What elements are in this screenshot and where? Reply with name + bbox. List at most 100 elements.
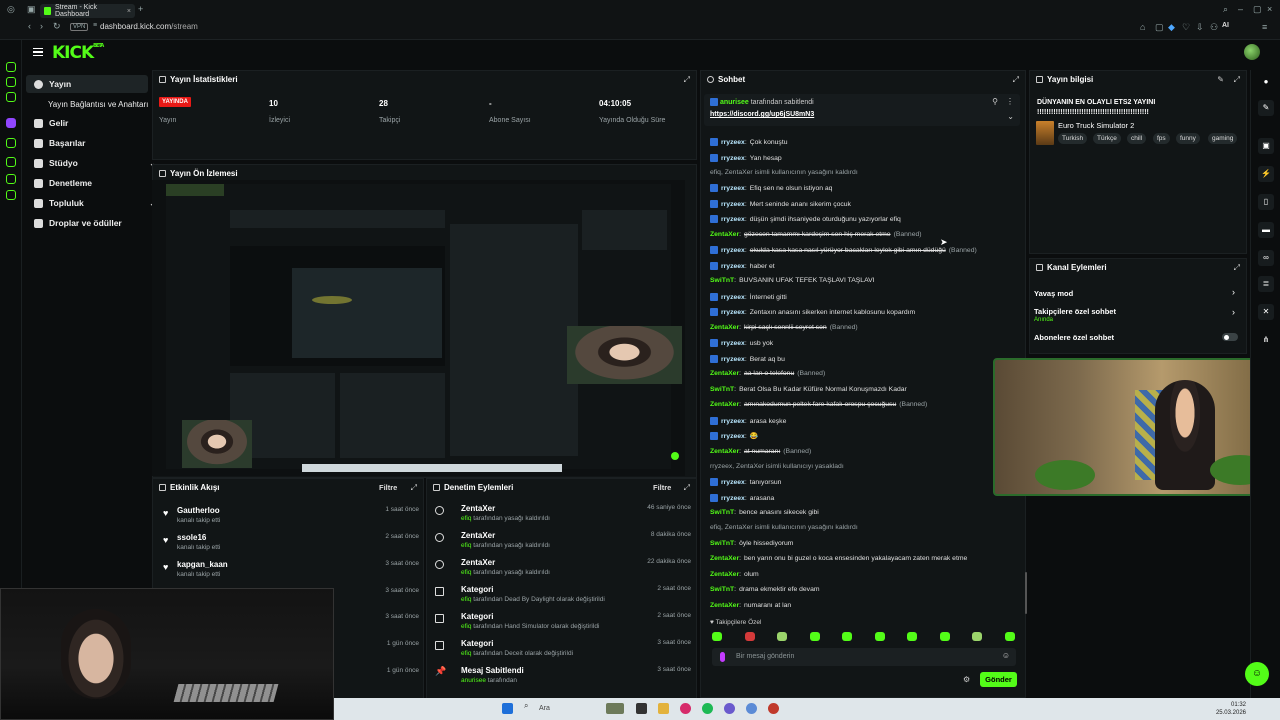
new-tab-icon[interactable]: + — [138, 4, 143, 14]
subs-only-toggle[interactable] — [1222, 333, 1238, 341]
tag-chip[interactable]: Turkish — [1058, 133, 1088, 144]
chat-username[interactable]: rryzeex — [721, 263, 745, 270]
close-window-icon[interactable]: × — [1267, 4, 1272, 14]
obs-icon[interactable] — [768, 703, 779, 714]
tag-chip[interactable]: gaming — [1208, 133, 1238, 144]
chevron-right-icon[interactable]: › — [1232, 287, 1235, 297]
mod-target[interactable]: ZentaXer — [461, 504, 495, 513]
twitch-icon[interactable] — [6, 118, 16, 128]
expand-icon[interactable]: ⤢ — [684, 483, 690, 493]
chat-message[interactable]: efiq, ZentaXer isimli kullanıcının yasağ… — [710, 169, 1010, 176]
chat-username[interactable]: rryzeex — [721, 185, 745, 192]
reload-icon[interactable]: ↻ — [53, 21, 61, 32]
chat-message[interactable]: rryzeex: Efiq sen ne olsun istiyon aq — [710, 184, 1010, 192]
emote-icon[interactable] — [1004, 632, 1015, 641]
chat-username[interactable]: SwiTnT — [710, 586, 734, 593]
chat-bubble-icon[interactable]: ▬ — [1258, 222, 1274, 238]
stream-preview-video[interactable] — [152, 180, 685, 476]
emote-icon[interactable] — [874, 632, 885, 641]
mod-actor[interactable]: efiq — [461, 623, 471, 630]
pinned-link[interactable]: https://discord.gg/up6jSU8mN3 — [710, 111, 814, 118]
category-name[interactable]: Euro Truck Simulator 2 — [1058, 121, 1134, 130]
app-icon[interactable] — [746, 703, 757, 714]
chat-message[interactable]: ZentaXer: olum — [710, 571, 1010, 578]
chat-message[interactable]: rryzeex: tanıyorsun — [710, 478, 1010, 486]
chat-username[interactable]: rryzeex — [721, 418, 745, 425]
file-explorer-icon[interactable] — [658, 703, 669, 714]
chat-username[interactable]: ZentaXer — [710, 324, 739, 331]
chevron-down-icon[interactable]: ⌄ — [1007, 112, 1014, 121]
tag-chip[interactable]: chill — [1127, 133, 1147, 144]
rail-app-icon[interactable] — [6, 138, 16, 148]
follower-name[interactable]: kapgan_kaan — [177, 560, 228, 569]
chat-message[interactable]: SwiTnT: drama ekmektir efe devam — [710, 586, 1010, 593]
chat-message[interactable]: rryzeex: usb yok — [710, 339, 1010, 347]
chat-message[interactable]: efiq, ZentaXer isimli kullanıcının yasağ… — [710, 524, 1010, 531]
mod-target[interactable]: ZentaXer — [461, 531, 495, 540]
shield-ext-icon[interactable]: ◆ — [1168, 22, 1175, 33]
chat-username[interactable]: rryzeex — [721, 294, 745, 301]
chat-message[interactable]: ZentaXer: kirpi saçlı sennlii seyret sen(… — [710, 324, 1010, 331]
more-icon[interactable]: ≡ — [1262, 22, 1267, 32]
bookmark-icon[interactable]: ⌂ — [1140, 22, 1145, 32]
maximize-icon[interactable]: ▢ — [1253, 4, 1262, 15]
spotify-icon[interactable] — [702, 703, 713, 714]
filter-button[interactable]: Filtre — [653, 483, 671, 492]
chat-username[interactable]: ZentaXer — [710, 571, 739, 578]
chat-message[interactable]: rryzeex: düşün şimdi ihsaniyede oturduğun… — [710, 215, 1010, 223]
download-icon[interactable]: ⇩ — [1196, 22, 1204, 33]
chat-username[interactable]: SwiTnT — [710, 277, 734, 284]
assistant-button[interactable]: ☺ — [1245, 662, 1269, 686]
chat-username[interactable]: rryzeex — [721, 309, 745, 316]
back-icon[interactable]: ‹ — [28, 21, 31, 31]
mod-actor[interactable]: efiq — [461, 569, 471, 576]
close-tab-icon[interactable]: × — [127, 8, 131, 15]
category-thumbnail[interactable] — [1036, 121, 1054, 145]
chat-message[interactable]: rryzeex: İnterneti gitti — [710, 293, 1010, 301]
tabs-icon[interactable]: ▣ — [27, 4, 36, 15]
chat-message[interactable]: ZentaXer: numaranı at lan — [710, 602, 1010, 609]
tag-chip[interactable]: fps — [1153, 133, 1170, 144]
kick-logo[interactable]: KICKBETA — [52, 43, 104, 63]
menu-icon[interactable] — [33, 48, 43, 56]
chat-message[interactable]: rryzeex: arasa keşke — [710, 417, 1010, 425]
mod-actor[interactable]: anurisee — [461, 677, 486, 684]
emote-icon[interactable] — [809, 632, 820, 641]
chat-username[interactable]: rryzeex — [721, 247, 745, 254]
sidebar-item-droplar[interactable]: Droplar ve ödüller — [26, 214, 166, 232]
chat-username[interactable]: SwiTnT — [710, 509, 734, 516]
chat-username[interactable]: rryzeex — [721, 139, 745, 146]
minimize-icon[interactable]: – — [1238, 4, 1243, 14]
chat-username[interactable]: ZentaXer — [710, 370, 739, 377]
chat-message[interactable]: rryzeex: Çok konuştu — [710, 138, 1010, 146]
mod-actor[interactable]: efiq — [461, 596, 471, 603]
clip-icon[interactable]: ▯ — [1258, 194, 1274, 210]
chat-message[interactable]: SwiTnT: Berat Olsa Bu Kadar Küfüre Normal… — [710, 386, 1010, 393]
settings-icon[interactable] — [6, 190, 16, 200]
chat-username[interactable]: rryzeex — [721, 340, 745, 347]
chevron-right-icon[interactable]: › — [1232, 307, 1235, 317]
rail-app-icon[interactable] — [6, 92, 16, 102]
sidebar-item-topluluk[interactable]: Topluluk⌄ — [26, 194, 166, 212]
pinned-author[interactable]: anurisee — [720, 99, 749, 106]
emote-icon[interactable] — [972, 632, 982, 641]
ai-button[interactable]: AI — [1222, 22, 1229, 29]
expand-icon[interactable]: ⤢ — [1234, 263, 1240, 273]
wrench-icon[interactable]: ✕ — [1258, 304, 1274, 320]
follower-name[interactable]: ssole16 — [177, 533, 206, 542]
chat-username[interactable]: rryzeex — [721, 155, 745, 162]
chat-username[interactable]: ZentaXer — [710, 602, 739, 609]
chat-scrollbar[interactable] — [1025, 572, 1027, 614]
search-icon[interactable]: ⌕ — [1223, 4, 1228, 15]
flash-icon[interactable]: ⚡ — [1258, 166, 1274, 182]
chat-input[interactable]: Bir mesaj gönderin ☺ — [712, 648, 1016, 666]
slow-mode-action[interactable]: Yavaş mod — [1034, 289, 1073, 298]
avatar[interactable] — [1244, 44, 1260, 60]
emote-icon[interactable] — [907, 632, 917, 641]
browser-tab[interactable]: Stream - Kick Dashboard × — [40, 4, 135, 18]
filter-button[interactable]: Filtre — [379, 483, 397, 492]
tag-chip[interactable]: Türkçe — [1093, 133, 1121, 144]
share-icon[interactable]: ⋔ — [1258, 332, 1274, 348]
unpin-icon[interactable]: ⚲ — [992, 97, 998, 106]
rail-app-icon[interactable] — [6, 77, 16, 87]
